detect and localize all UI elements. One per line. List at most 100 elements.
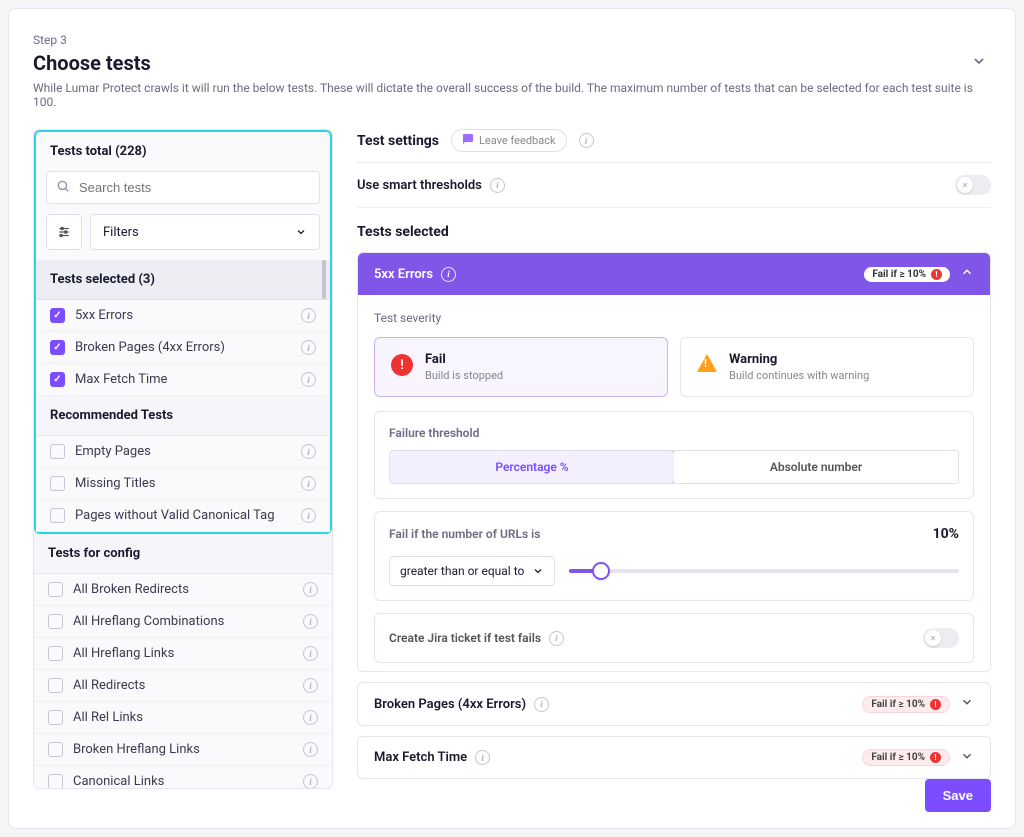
info-icon[interactable]: i bbox=[303, 614, 318, 629]
test-item[interactable]: All Redirectsi bbox=[34, 670, 332, 702]
test-item-max-fetch-time[interactable]: Max Fetch Timei bbox=[36, 364, 330, 396]
collapse-chevron-icon[interactable] bbox=[971, 53, 987, 73]
config-tests-list: All Broken Redirectsi All Hreflang Combi… bbox=[34, 574, 332, 788]
comparator-dropdown[interactable]: greater than or equal to bbox=[389, 556, 555, 586]
info-icon[interactable]: i bbox=[301, 444, 316, 459]
test-item-5xx-errors[interactable]: 5xx Errorsi bbox=[36, 300, 330, 332]
severity-text: Fail Build is stopped bbox=[425, 352, 503, 382]
recommended-tests-header: Recommended Tests bbox=[36, 396, 330, 436]
search-box bbox=[46, 171, 320, 204]
checkbox-icon[interactable] bbox=[48, 646, 63, 661]
tests-total-header: Tests total (228) bbox=[46, 142, 320, 161]
test-item[interactable]: All Broken Redirectsi bbox=[34, 574, 332, 606]
filter-row: Filters bbox=[46, 214, 320, 250]
checkbox-icon[interactable] bbox=[50, 508, 65, 523]
checkbox-icon[interactable] bbox=[48, 582, 63, 597]
test-settings-heading: Test settings bbox=[357, 133, 439, 149]
threshold-slider[interactable] bbox=[569, 569, 959, 573]
test-item[interactable]: All Hreflang Linksi bbox=[34, 638, 332, 670]
checkbox-icon[interactable] bbox=[50, 340, 65, 355]
leave-feedback-button[interactable]: Leave feedback bbox=[451, 129, 567, 152]
info-icon[interactable]: i bbox=[579, 133, 594, 148]
chevron-down-icon bbox=[960, 749, 974, 767]
filters-dropdown[interactable]: Filters bbox=[90, 214, 320, 250]
info-icon[interactable]: i bbox=[303, 742, 318, 757]
test-item[interactable]: Canonical Linksi bbox=[34, 766, 332, 788]
info-icon[interactable]: i bbox=[301, 508, 316, 523]
fail-condition-row: Fail if the number of URLs is 10% bbox=[389, 526, 959, 542]
checkbox-icon[interactable] bbox=[48, 614, 63, 629]
info-icon[interactable]: i bbox=[534, 697, 549, 712]
save-button[interactable]: Save bbox=[925, 779, 991, 812]
accordion-header[interactable]: Max Fetch Time i Fail if ≥ 10% ! bbox=[358, 737, 990, 779]
chevron-down-icon bbox=[960, 695, 974, 713]
test-accordion-broken-pages: Broken Pages (4xx Errors) i Fail if ≥ 10… bbox=[357, 682, 991, 725]
accordion-header[interactable]: 5xx Errors i Fail if ≥ 10% ! bbox=[358, 253, 990, 295]
checkbox-icon[interactable] bbox=[48, 742, 63, 757]
fail-badge: Fail if ≥ 10% ! bbox=[862, 696, 950, 713]
test-item-empty-pages[interactable]: Empty Pagesi bbox=[36, 436, 330, 468]
info-icon[interactable]: i bbox=[303, 678, 318, 693]
severity-card-warning[interactable]: Warning Build continues with warning bbox=[680, 337, 974, 397]
content-row: Tests total (228) Filters bbox=[33, 129, 991, 789]
threshold-tab-percentage[interactable]: Percentage % bbox=[389, 450, 675, 484]
fail-icon: ! bbox=[391, 354, 413, 376]
test-item[interactable]: All Hreflang Combinationsi bbox=[34, 606, 332, 638]
info-icon[interactable]: i bbox=[301, 308, 316, 323]
test-item[interactable]: Broken Hreflang Linksi bbox=[34, 734, 332, 766]
test-item-label: All Hreflang Links bbox=[73, 646, 303, 661]
severity-title: Fail bbox=[425, 352, 503, 367]
test-accordion-5xx-errors: 5xx Errors i Fail if ≥ 10% ! Tes bbox=[357, 252, 991, 672]
info-icon[interactable]: i bbox=[441, 267, 456, 282]
severity-cards: ! Fail Build is stopped Warning Build co… bbox=[374, 337, 974, 397]
percentage-value: 10% bbox=[933, 526, 959, 542]
info-icon[interactable]: i bbox=[303, 582, 318, 597]
info-icon[interactable]: i bbox=[301, 372, 316, 387]
checkbox-icon[interactable] bbox=[50, 476, 65, 491]
info-icon[interactable]: i bbox=[549, 631, 564, 646]
filter-settings-button[interactable] bbox=[46, 214, 82, 250]
error-circle-icon: ! bbox=[930, 699, 941, 710]
info-icon[interactable]: i bbox=[301, 476, 316, 491]
chevron-up-icon bbox=[960, 265, 974, 283]
test-item-pages-without-canonical[interactable]: Pages without Valid Canonical Tagi bbox=[36, 500, 330, 532]
checkbox-icon[interactable] bbox=[50, 444, 65, 459]
search-input[interactable] bbox=[46, 171, 320, 204]
test-item-missing-titles[interactable]: Missing Titlesi bbox=[36, 468, 330, 500]
jira-label: Create Jira ticket if test fails i bbox=[389, 631, 564, 646]
checkbox-icon[interactable] bbox=[48, 774, 63, 788]
accordion-right: Fail if ≥ 10% ! bbox=[862, 695, 974, 713]
chevron-down-icon bbox=[295, 226, 307, 238]
info-icon[interactable]: i bbox=[475, 750, 490, 765]
page-description: While Lumar Protect crawls it will run t… bbox=[33, 81, 991, 109]
search-icon bbox=[56, 179, 70, 197]
checkbox-icon[interactable] bbox=[50, 372, 65, 387]
accordion-title: Broken Pages (4xx Errors) bbox=[374, 697, 526, 712]
error-circle-icon: ! bbox=[930, 752, 941, 763]
test-item-broken-pages[interactable]: Broken Pages (4xx Errors)i bbox=[36, 332, 330, 364]
accordion-title-wrap: Broken Pages (4xx Errors) i bbox=[374, 697, 549, 712]
jira-toggle[interactable] bbox=[923, 628, 959, 648]
info-icon[interactable]: i bbox=[303, 774, 318, 788]
comparator-label: greater than or equal to bbox=[400, 564, 524, 578]
info-icon[interactable]: i bbox=[490, 178, 505, 193]
slider-thumb[interactable] bbox=[592, 562, 610, 580]
smart-thresholds-label: Use smart thresholds i bbox=[357, 178, 505, 193]
smart-thresholds-toggle[interactable] bbox=[955, 175, 991, 195]
test-item[interactable]: All Rel Linksi bbox=[34, 702, 332, 734]
checkbox-icon[interactable] bbox=[48, 710, 63, 725]
severity-card-fail[interactable]: ! Fail Build is stopped bbox=[374, 337, 668, 397]
accordion-right: Fail if ≥ 10% ! bbox=[864, 265, 974, 283]
checkbox-icon[interactable] bbox=[50, 308, 65, 323]
info-icon[interactable]: i bbox=[303, 710, 318, 725]
checkbox-icon[interactable] bbox=[48, 678, 63, 693]
accordion-body: Test severity ! Fail Build is stopped bbox=[358, 295, 990, 672]
test-item-label: Pages without Valid Canonical Tag bbox=[75, 508, 301, 523]
threshold-tab-absolute[interactable]: Absolute number bbox=[674, 451, 958, 483]
info-icon[interactable]: i bbox=[301, 340, 316, 355]
test-severity-label: Test severity bbox=[374, 311, 974, 325]
accordion-header[interactable]: Broken Pages (4xx Errors) i Fail if ≥ 10… bbox=[358, 683, 990, 725]
error-circle-icon: ! bbox=[931, 269, 942, 280]
feedback-label: Leave feedback bbox=[479, 134, 556, 147]
info-icon[interactable]: i bbox=[303, 646, 318, 661]
